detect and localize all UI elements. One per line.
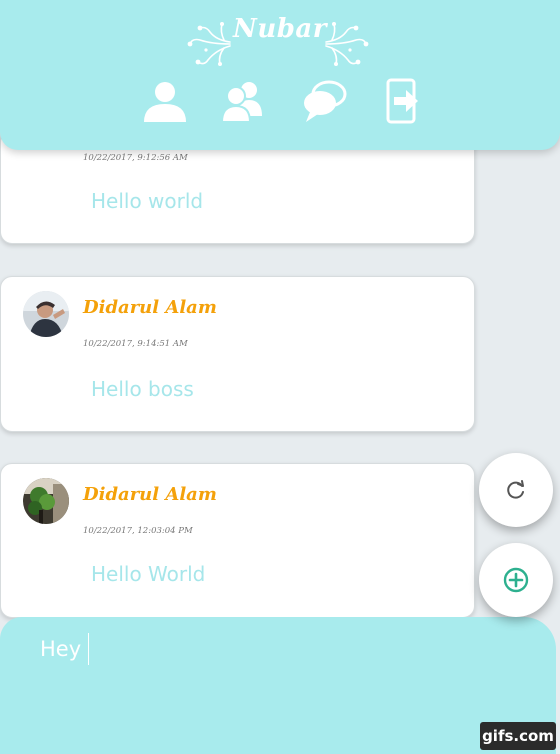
app-header: Nubar [0,0,560,150]
avatar[interactable] [23,291,69,337]
refresh-button[interactable] [479,453,553,527]
message-timestamp: 10/22/2017, 9:12:56 AM [83,153,188,163]
logout-nav-button[interactable] [380,76,430,126]
chat-bubbles-icon [304,80,347,122]
message-text: Hello world [91,189,204,213]
message-text: Hello World [91,562,206,586]
message-text: Hello boss [91,377,194,401]
text-caret [88,633,89,665]
profile-nav-button[interactable] [140,76,190,126]
add-button[interactable] [479,543,553,617]
message-timestamp: 10/22/2017, 9:14:51 AM [83,339,188,349]
users-icon [220,82,262,123]
right-flourish-icon [325,22,369,66]
message-card: Didarul Alam 10/22/2017, 9:14:51 AM Hell… [0,276,475,432]
app-title: Nubar [233,14,327,44]
brand: Nubar [0,10,560,72]
message-composer[interactable]: Hey [0,617,556,754]
user-icon [144,82,186,122]
sender-name[interactable]: Didarul Alam [83,484,217,505]
message-input[interactable]: Hey [40,637,81,661]
message-card: Didarul Alam 10/22/2017, 12:03:04 PM Hel… [0,463,475,618]
avatar[interactable] [23,478,69,524]
message-timestamp: 10/22/2017, 12:03:04 PM [83,526,193,536]
refresh-icon [507,480,524,499]
logout-icon [386,78,418,124]
watermark: gifs.com [480,722,556,750]
chat-nav-button[interactable] [300,76,350,126]
nav-bar [140,76,420,126]
friends-nav-button[interactable] [218,76,268,126]
sender-name[interactable]: Didarul Alam [83,297,217,318]
add-circle-icon [503,567,529,593]
